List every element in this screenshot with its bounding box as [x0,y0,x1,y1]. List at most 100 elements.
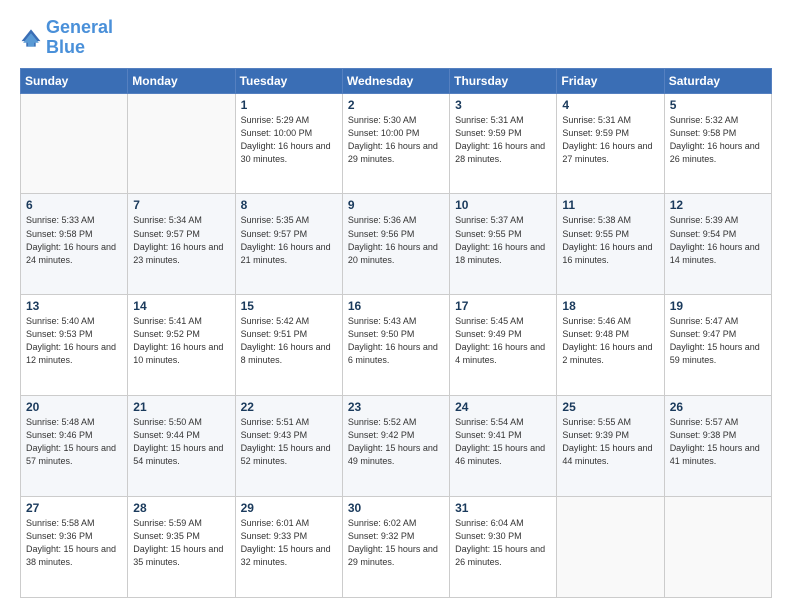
calendar-table: SundayMondayTuesdayWednesdayThursdayFrid… [20,68,772,598]
calendar-week-row: 1 Sunrise: 5:29 AM Sunset: 10:00 PM Dayli… [21,93,772,194]
header: General Blue [20,18,772,58]
day-info: Sunrise: 6:04 AM Sunset: 9:30 PM Dayligh… [455,517,551,569]
day-info: Sunrise: 5:51 AM Sunset: 9:43 PM Dayligh… [241,416,337,468]
calendar-cell: 17Sunrise: 5:45 AM Sunset: 9:49 PM Dayli… [450,295,557,396]
logo: General Blue [20,18,113,58]
day-info: Sunrise: 5:35 AM Sunset: 9:57 PM Dayligh… [241,214,337,266]
day-number: 28 [133,501,229,515]
logo-icon [20,27,42,49]
day-info: Sunrise: 5:29 AM Sunset: 10:00 PM Daylig… [241,114,337,166]
calendar-cell: 12Sunrise: 5:39 AM Sunset: 9:54 PM Dayli… [664,194,771,295]
day-info: Sunrise: 5:59 AM Sunset: 9:35 PM Dayligh… [133,517,229,569]
calendar-cell: 4 Sunrise: 5:31 AM Sunset: 9:59 PM Daylig… [557,93,664,194]
calendar-cell [664,497,771,598]
day-info: Sunrise: 5:34 AM Sunset: 9:57 PM Dayligh… [133,214,229,266]
day-number: 15 [241,299,337,313]
day-info: Sunrise: 5:36 AM Sunset: 9:56 PM Dayligh… [348,214,444,266]
calendar-week-row: 6 Sunrise: 5:33 AM Sunset: 9:58 PM Daylig… [21,194,772,295]
day-number: 5 [670,98,766,112]
day-number: 29 [241,501,337,515]
calendar-cell: 5 Sunrise: 5:32 AM Sunset: 9:58 PM Daylig… [664,93,771,194]
day-info: Sunrise: 5:58 AM Sunset: 9:36 PM Dayligh… [26,517,122,569]
calendar-cell: 10 Sunrise: 5:37 AM Sunset: 9:55 PM Dayli… [450,194,557,295]
day-number: 10 [455,198,551,212]
weekday-header-saturday: Saturday [664,68,771,93]
calendar-week-row: 20 Sunrise: 5:48 AM Sunset: 9:46 PM Dayli… [21,396,772,497]
day-number: 30 [348,501,444,515]
calendar-cell: 13 Sunrise: 5:40 AM Sunset: 9:53 PM Dayli… [21,295,128,396]
weekday-header-sunday: Sunday [21,68,128,93]
calendar-week-row: 13 Sunrise: 5:40 AM Sunset: 9:53 PM Dayli… [21,295,772,396]
day-info: Sunrise: 5:31 AM Sunset: 9:59 PM Dayligh… [455,114,551,166]
day-info: Sunrise: 5:43 AM Sunset: 9:50 PM Dayligh… [348,315,444,367]
calendar-cell: 30Sunrise: 6:02 AM Sunset: 9:32 PM Dayli… [342,497,449,598]
weekday-header-wednesday: Wednesday [342,68,449,93]
day-info: Sunrise: 5:47 AM Sunset: 9:47 PM Dayligh… [670,315,766,367]
calendar-cell: 9 Sunrise: 5:36 AM Sunset: 9:56 PM Daylig… [342,194,449,295]
day-info: Sunrise: 6:01 AM Sunset: 9:33 PM Dayligh… [241,517,337,569]
calendar-cell: 21 Sunrise: 5:50 AM Sunset: 9:44 PM Dayli… [128,396,235,497]
day-number: 18 [562,299,658,313]
day-number: 1 [241,98,337,112]
day-info: Sunrise: 5:31 AM Sunset: 9:59 PM Dayligh… [562,114,658,166]
calendar-cell: 3 Sunrise: 5:31 AM Sunset: 9:59 PM Daylig… [450,93,557,194]
calendar-cell [21,93,128,194]
day-info: Sunrise: 5:42 AM Sunset: 9:51 PM Dayligh… [241,315,337,367]
weekday-header-monday: Monday [128,68,235,93]
calendar-cell: 22Sunrise: 5:51 AM Sunset: 9:43 PM Dayli… [235,396,342,497]
calendar-cell: 15 Sunrise: 5:42 AM Sunset: 9:51 PM Dayli… [235,295,342,396]
calendar-cell: 31 Sunrise: 6:04 AM Sunset: 9:30 PM Dayli… [450,497,557,598]
day-info: Sunrise: 5:52 AM Sunset: 9:42 PM Dayligh… [348,416,444,468]
day-info: Sunrise: 5:57 AM Sunset: 9:38 PM Dayligh… [670,416,766,468]
calendar-week-row: 27 Sunrise: 5:58 AM Sunset: 9:36 PM Dayli… [21,497,772,598]
day-number: 6 [26,198,122,212]
day-info: Sunrise: 5:40 AM Sunset: 9:53 PM Dayligh… [26,315,122,367]
day-number: 31 [455,501,551,515]
day-number: 20 [26,400,122,414]
calendar-cell: 11Sunrise: 5:38 AM Sunset: 9:55 PM Dayli… [557,194,664,295]
calendar-cell [128,93,235,194]
day-number: 13 [26,299,122,313]
day-number: 9 [348,198,444,212]
day-number: 11 [562,198,658,212]
day-number: 8 [241,198,337,212]
day-number: 16 [348,299,444,313]
day-info: Sunrise: 5:32 AM Sunset: 9:58 PM Dayligh… [670,114,766,166]
calendar-cell: 23Sunrise: 5:52 AM Sunset: 9:42 PM Dayli… [342,396,449,497]
calendar-cell: 20 Sunrise: 5:48 AM Sunset: 9:46 PM Dayli… [21,396,128,497]
day-number: 3 [455,98,551,112]
day-info: Sunrise: 5:50 AM Sunset: 9:44 PM Dayligh… [133,416,229,468]
calendar-cell: 19Sunrise: 5:47 AM Sunset: 9:47 PM Dayli… [664,295,771,396]
logo-text: General Blue [46,18,113,58]
calendar-cell: 29 Sunrise: 6:01 AM Sunset: 9:33 PM Dayli… [235,497,342,598]
day-number: 12 [670,198,766,212]
calendar-cell: 26 Sunrise: 5:57 AM Sunset: 9:38 PM Dayli… [664,396,771,497]
day-info: Sunrise: 5:30 AM Sunset: 10:00 PM Daylig… [348,114,444,166]
day-number: 2 [348,98,444,112]
calendar-cell: 18 Sunrise: 5:46 AM Sunset: 9:48 PM Dayli… [557,295,664,396]
calendar-cell: 2 Sunrise: 5:30 AM Sunset: 10:00 PM Dayli… [342,93,449,194]
weekday-header-friday: Friday [557,68,664,93]
page: General Blue SundayMondayTuesdayWednesda… [0,0,792,612]
calendar-cell: 14Sunrise: 5:41 AM Sunset: 9:52 PM Dayli… [128,295,235,396]
calendar-cell: 7Sunrise: 5:34 AM Sunset: 9:57 PM Daylig… [128,194,235,295]
day-info: Sunrise: 5:48 AM Sunset: 9:46 PM Dayligh… [26,416,122,468]
calendar-cell: 24Sunrise: 5:54 AM Sunset: 9:41 PM Dayli… [450,396,557,497]
weekday-header-thursday: Thursday [450,68,557,93]
day-number: 27 [26,501,122,515]
calendar-cell: 1 Sunrise: 5:29 AM Sunset: 10:00 PM Dayli… [235,93,342,194]
calendar-cell: 25Sunrise: 5:55 AM Sunset: 9:39 PM Dayli… [557,396,664,497]
calendar-cell: 27 Sunrise: 5:58 AM Sunset: 9:36 PM Dayli… [21,497,128,598]
day-info: Sunrise: 5:46 AM Sunset: 9:48 PM Dayligh… [562,315,658,367]
day-number: 4 [562,98,658,112]
calendar-cell [557,497,664,598]
day-number: 24 [455,400,551,414]
day-info: Sunrise: 5:45 AM Sunset: 9:49 PM Dayligh… [455,315,551,367]
day-number: 21 [133,400,229,414]
calendar-cell: 6 Sunrise: 5:33 AM Sunset: 9:58 PM Daylig… [21,194,128,295]
day-info: Sunrise: 5:41 AM Sunset: 9:52 PM Dayligh… [133,315,229,367]
day-number: 26 [670,400,766,414]
day-info: Sunrise: 5:33 AM Sunset: 9:58 PM Dayligh… [26,214,122,266]
day-info: Sunrise: 5:37 AM Sunset: 9:55 PM Dayligh… [455,214,551,266]
day-info: Sunrise: 5:55 AM Sunset: 9:39 PM Dayligh… [562,416,658,468]
